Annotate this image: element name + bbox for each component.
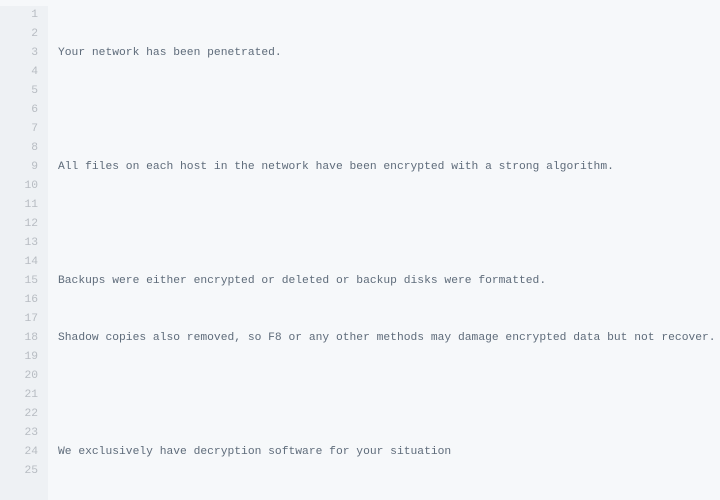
- code-line: [58, 101, 720, 120]
- line-number: 23: [0, 424, 38, 443]
- code-line: Your network has been penetrated.: [58, 44, 720, 63]
- line-number: 16: [0, 291, 38, 310]
- code-content: Your network has been penetrated. All fi…: [48, 6, 720, 500]
- line-number: 13: [0, 234, 38, 253]
- code-line: [58, 386, 720, 405]
- line-number: 12: [0, 215, 38, 234]
- line-number: 3: [0, 44, 38, 63]
- code-editor: 1 2 3 4 5 6 7 8 9 10 11 12 13 14 15 16 1…: [0, 0, 720, 500]
- line-number: 25: [0, 462, 38, 481]
- line-number-gutter: 1 2 3 4 5 6 7 8 9 10 11 12 13 14 15 16 1…: [0, 6, 48, 500]
- line-number: 24: [0, 443, 38, 462]
- line-number: 9: [0, 158, 38, 177]
- line-number: 2: [0, 25, 38, 44]
- line-number: 4: [0, 63, 38, 82]
- line-number: 14: [0, 253, 38, 272]
- line-number: 21: [0, 386, 38, 405]
- code-line: Shadow copies also removed, so F8 or any…: [58, 329, 720, 348]
- line-number: 18: [0, 329, 38, 348]
- line-number: 19: [0, 348, 38, 367]
- line-number: 11: [0, 196, 38, 215]
- code-line: All files on each host in the network ha…: [58, 158, 720, 177]
- line-number: 17: [0, 310, 38, 329]
- line-number: 6: [0, 101, 38, 120]
- code-line: Backups were either encrypted or deleted…: [58, 272, 720, 291]
- code-line: [58, 215, 720, 234]
- line-number: 5: [0, 82, 38, 101]
- line-number: 10: [0, 177, 38, 196]
- line-number: 1: [0, 6, 38, 25]
- editor-inner: 1 2 3 4 5 6 7 8 9 10 11 12 13 14 15 16 1…: [0, 6, 720, 500]
- line-number: 7: [0, 120, 38, 139]
- code-line: We exclusively have decryption software …: [58, 443, 720, 462]
- line-number: 8: [0, 139, 38, 158]
- line-number: 15: [0, 272, 38, 291]
- line-number: 20: [0, 367, 38, 386]
- line-number: 22: [0, 405, 38, 424]
